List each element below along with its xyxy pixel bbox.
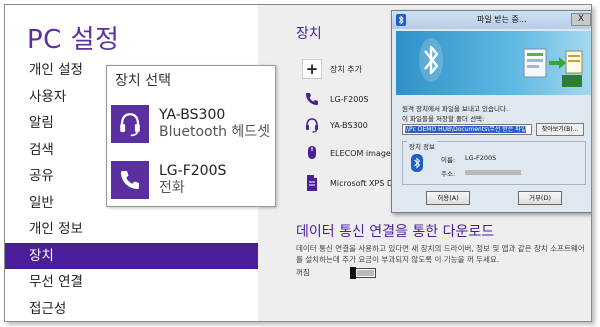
dialog-message: 원격 장치에서 파일을 보내고 있습니다. xyxy=(402,105,509,113)
device-row-xps[interactable]: Microsoft XPS Doc xyxy=(302,171,402,195)
popup-item-type: 전화 xyxy=(159,180,185,196)
bluetooth-logo-icon xyxy=(419,38,443,82)
device-name-value: LG-F200S xyxy=(465,154,497,162)
popup-item-headset[interactable]: YA-BS300 Bluetooth 헤드셋 xyxy=(111,104,275,144)
device-info-group: 장치 정보 이름: LG-F200S 주소: xyxy=(402,141,586,185)
nav-item-accessibility[interactable]: 접근성 xyxy=(5,296,258,322)
file-receive-dialog: 파일 받는 중... X 원격 장치에서 파일을 보내고 있습니다. 이 파일들… xyxy=(391,10,591,213)
popup-title: 장치 선택 xyxy=(115,73,171,89)
popup-item-name: LG-F200S xyxy=(159,163,227,179)
toggle-thumb xyxy=(349,266,356,279)
metered-toggle-row: 꺼짐 xyxy=(296,266,376,279)
device-row-headset[interactable]: YA-BS300 xyxy=(302,113,368,137)
deny-button[interactable]: 거부(D) xyxy=(518,191,562,205)
document-icon xyxy=(302,173,322,193)
popup-item-phone[interactable]: LG-F200S 전화 xyxy=(111,160,275,200)
toggle-state-label: 꺼짐 xyxy=(296,268,310,277)
file-transfer-icon xyxy=(523,48,583,87)
popup-item-type: Bluetooth 헤드셋 xyxy=(159,124,271,140)
save-path-row: \\Pc DEMO HUB\Documents\무선 받은 파일 찾아보기(B)… xyxy=(402,123,584,136)
device-label: YA-BS300 xyxy=(330,120,368,130)
metered-download-toggle[interactable] xyxy=(349,266,376,279)
device-info-title: 장치 정보 xyxy=(407,141,437,151)
screenshot-frame: PC 설정 개인 설정 사용자 알림 검색 공유 일반 개인 정보 장치 무선 … xyxy=(4,4,592,322)
mouse-icon xyxy=(302,143,322,163)
device-label: 장치 추가 xyxy=(330,64,362,74)
bluetooth-icon xyxy=(411,154,423,172)
device-row-phone[interactable]: LG-F200S xyxy=(302,87,369,111)
phone-icon xyxy=(302,89,322,109)
device-address-label: 주소: xyxy=(441,170,456,178)
redacted-address xyxy=(465,169,521,175)
save-path-text: \\Pc DEMO HUB\Documents\무선 받은 파일 xyxy=(405,126,527,133)
bluetooth-icon xyxy=(396,14,406,26)
page-title: PC 설정 xyxy=(27,25,120,55)
toggle-track xyxy=(356,269,374,276)
save-path-input[interactable]: \\Pc DEMO HUB\Documents\무선 받은 파일 xyxy=(402,124,532,135)
headset-icon xyxy=(111,105,149,143)
device-select-popup: 장치 선택 YA-BS300 Bluetooth 헤드셋 LG-F200S 전화 xyxy=(106,65,276,207)
dialog-banner xyxy=(396,31,591,95)
headset-icon xyxy=(302,115,322,135)
dialog-titlebar[interactable]: 파일 받는 중... X xyxy=(392,11,591,29)
download-section-title: 데이터 통신 연결을 통한 다운로드 xyxy=(296,224,495,240)
devices-section-title: 장치 xyxy=(296,26,322,42)
popup-item-name: YA-BS300 xyxy=(159,107,226,123)
plus-icon: + xyxy=(302,59,322,79)
browse-button[interactable]: 찾아보기(B)... xyxy=(536,123,584,136)
device-label: LG-F200S xyxy=(330,94,369,104)
download-description: 데이터 통신 연결을 사용하고 있다면 새 장치의 드라이버, 정보 및 앱과 … xyxy=(296,244,585,264)
nav-item-wireless[interactable]: 무선 연결 xyxy=(5,269,258,296)
dialog-title: 파일 받는 중... xyxy=(477,15,527,24)
dialog-close-button[interactable]: X xyxy=(571,13,591,26)
nav-item-devices[interactable]: 장치 xyxy=(5,242,258,269)
dialog-folder-prompt: 이 파일들을 저장할 폴더 선택: xyxy=(402,115,485,123)
phone-icon xyxy=(111,161,149,199)
device-row-add[interactable]: + 장치 추가 xyxy=(302,57,362,81)
device-address-value xyxy=(465,168,521,176)
nav-item-privacy[interactable]: 개인 정보 xyxy=(5,216,258,243)
device-name-label: 이름: xyxy=(441,156,456,164)
accept-button[interactable]: 허용(A) xyxy=(426,191,470,205)
